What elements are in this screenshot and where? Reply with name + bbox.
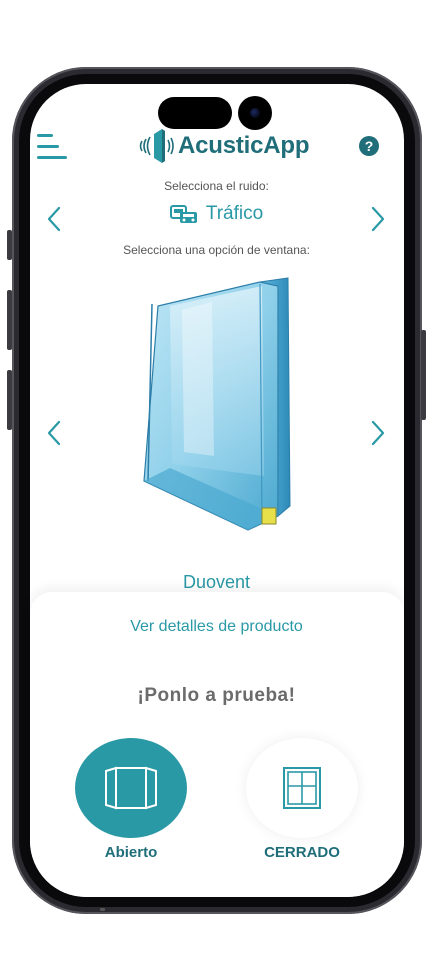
closed-window-icon	[283, 767, 321, 809]
window-prompt: Selecciona una opción de ventana:	[123, 243, 310, 257]
closed-window-button[interactable]	[246, 738, 358, 838]
hamburger-menu-icon[interactable]	[37, 132, 69, 162]
window-next-chevron-icon[interactable]	[370, 420, 386, 446]
closed-option-label[interactable]: CERRADO	[232, 844, 372, 861]
window-prev-chevron-icon[interactable]	[46, 420, 62, 446]
dynamic-island	[158, 96, 276, 130]
open-window-button[interactable]	[75, 738, 187, 838]
volume-up-button	[7, 290, 12, 350]
bezel-notch	[100, 908, 105, 911]
traffic-cars-icon	[169, 205, 197, 223]
product-details-link[interactable]: Ver detalles de producto	[0, 618, 433, 636]
open-option-label[interactable]: Abierto	[61, 844, 201, 861]
noise-selector[interactable]: Tráfico	[0, 203, 433, 229]
app-name: AcusticApp	[178, 132, 310, 159]
window-sound-waves-icon	[139, 129, 174, 163]
power-button	[421, 330, 426, 420]
front-camera	[238, 96, 272, 130]
double-glazing-image	[143, 277, 291, 531]
open-window-icon	[105, 766, 157, 810]
volume-down-button	[7, 370, 12, 430]
try-it-title: ¡Ponlo a prueba!	[137, 685, 296, 706]
selected-noise-label: Tráfico	[205, 203, 264, 224]
app-logo: AcusticApp	[138, 126, 310, 166]
help-icon[interactable]: ?	[359, 136, 379, 156]
noise-prompt: Selecciona el ruido:	[164, 179, 269, 193]
island-pill	[158, 97, 232, 129]
product-name: Duovent	[182, 572, 251, 592]
